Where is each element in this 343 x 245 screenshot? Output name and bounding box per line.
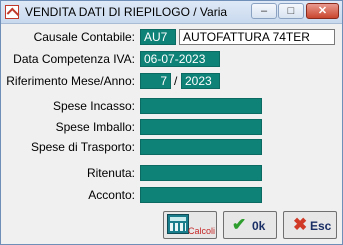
window-title: VENDITA DATI DI RIEPILOGO / Varia xyxy=(25,5,228,19)
maximize-button[interactable]: □ xyxy=(278,3,304,19)
calcoli-button[interactable]: Calcoli xyxy=(163,211,217,239)
close-button[interactable]: ✕ xyxy=(306,3,339,19)
dialog-window: VENDITA DATI DI RIEPILOGO / Varia – □ ✕ … xyxy=(0,0,343,245)
cross-icon: ✖ xyxy=(293,215,308,234)
ritenuta-field[interactable] xyxy=(140,165,262,181)
spese-incasso-label: Spese Incasso: xyxy=(52,99,135,113)
spese-imballo-field[interactable] xyxy=(140,119,262,135)
esc-button[interactable]: ✖ Esc xyxy=(283,211,337,239)
ritenuta-label: Ritenuta: xyxy=(86,166,135,180)
causale-code-field[interactable]: AU7 xyxy=(140,29,176,45)
riferimento-separator: / xyxy=(174,74,178,88)
riferimento-label: Riferimento Mese/Anno: xyxy=(6,74,135,88)
ok-button-label: 0k xyxy=(252,219,266,233)
acconto-field[interactable] xyxy=(140,187,262,203)
acconto-label: Acconto: xyxy=(88,188,135,202)
causale-label: Causale Contabile: xyxy=(33,30,135,44)
calculator-icon xyxy=(167,214,189,234)
spese-trasporto-label: Spese di Trasporto: xyxy=(30,140,135,154)
spese-incasso-field[interactable] xyxy=(140,98,262,114)
checkmark-icon: ✔ xyxy=(232,215,247,234)
causale-description-field[interactable]: AUTOFATTURA 74TER xyxy=(179,29,335,45)
data-competenza-label: Data Competenza IVA: xyxy=(13,52,135,66)
riferimento-mese-field[interactable]: 7 xyxy=(140,73,171,89)
spese-trasporto-field[interactable] xyxy=(140,139,262,155)
esc-button-label: Esc xyxy=(310,219,332,233)
spese-imballo-label: Spese Imballo: xyxy=(55,120,135,134)
minimize-button[interactable]: – xyxy=(251,3,277,19)
calcoli-button-label: Calcoli xyxy=(188,226,216,236)
data-competenza-field[interactable]: 06-07-2023 xyxy=(140,51,220,67)
title-bar: VENDITA DATI DI RIEPILOGO / Varia – □ ✕ xyxy=(1,1,342,24)
app-icon xyxy=(5,5,19,19)
ok-button[interactable]: ✔ 0k xyxy=(223,211,277,239)
riferimento-anno-field[interactable]: 2023 xyxy=(181,73,220,89)
